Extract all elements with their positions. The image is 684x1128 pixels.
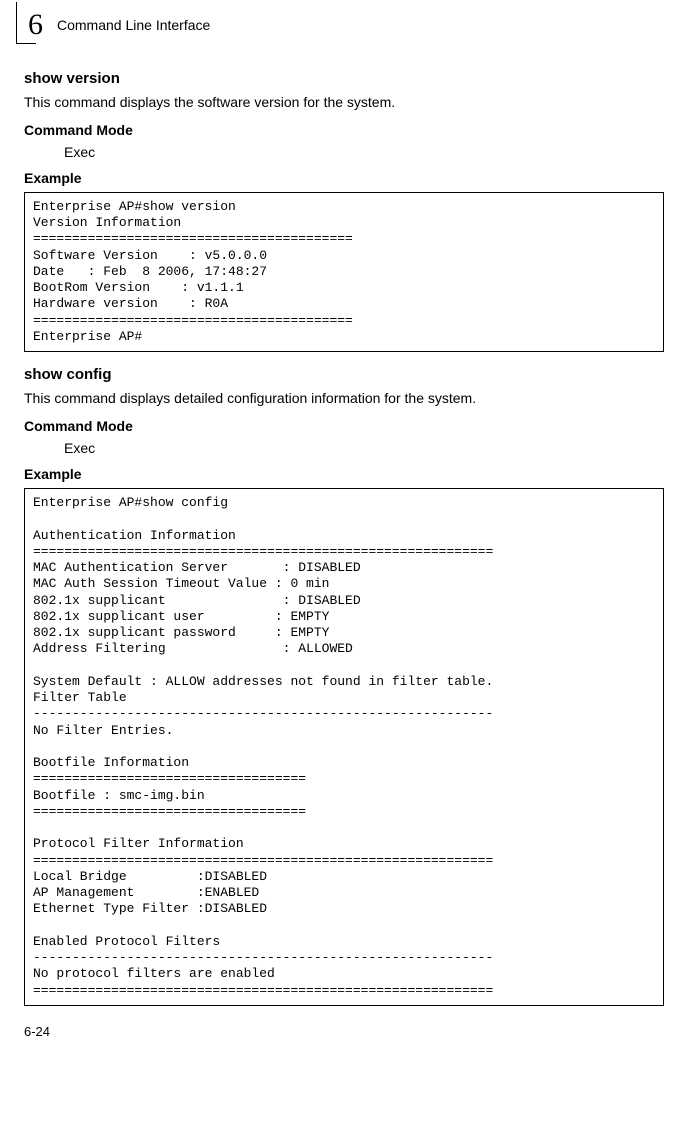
- section-description: This command displays the software versi…: [24, 93, 664, 112]
- example-label: Example: [24, 466, 664, 482]
- section-title-show-config: show config: [24, 366, 664, 383]
- chapter-title: Command Line Interface: [57, 17, 210, 33]
- section-title-show-version: show version: [24, 70, 664, 87]
- example-output-show-config: Enterprise AP#show config Authentication…: [24, 488, 664, 1006]
- example-label: Example: [24, 170, 664, 186]
- command-mode-value: Exec: [64, 440, 664, 456]
- command-mode-label: Command Mode: [24, 122, 664, 138]
- chapter-number: 6: [24, 8, 43, 42]
- page-number: 6-24: [24, 1024, 664, 1039]
- example-output-show-version: Enterprise AP#show version Version Infor…: [24, 192, 664, 352]
- section-description: This command displays detailed configura…: [24, 389, 664, 408]
- command-mode-label: Command Mode: [24, 418, 664, 434]
- command-mode-value: Exec: [64, 144, 664, 160]
- page-header: 6 Command Line Interface: [24, 8, 664, 42]
